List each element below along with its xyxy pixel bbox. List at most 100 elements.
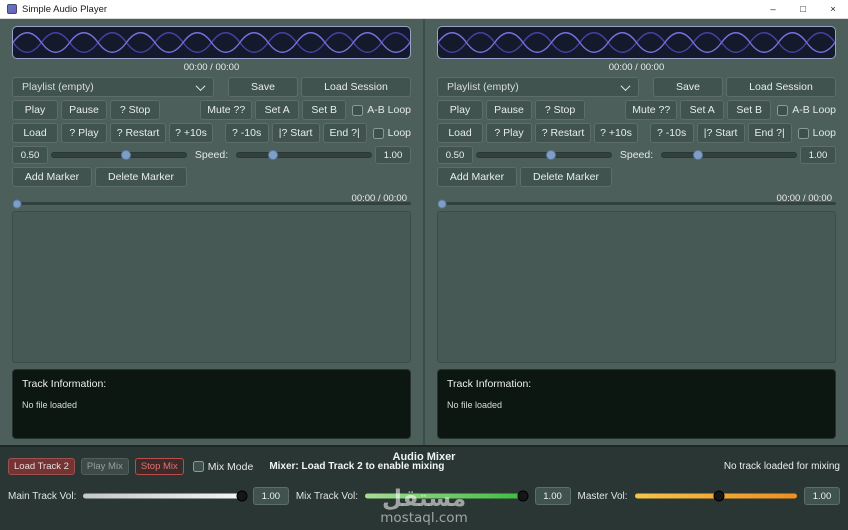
main-vol-slider[interactable] [83, 489, 248, 503]
seek-bar-handle[interactable] [437, 199, 447, 208]
speed-label: Speed: [619, 149, 654, 161]
set-b-button[interactable]: Set B [727, 100, 772, 120]
mute-button[interactable]: Mute ?? [200, 100, 253, 120]
playlist-dropdown-value: Playlist (empty) [447, 81, 519, 93]
seek-bar[interactable]: 00:00 / 00:00 [437, 192, 836, 208]
mix-vol-value[interactable]: 1.00 [534, 487, 571, 505]
speed-slider-handle[interactable] [692, 150, 703, 160]
restart-button[interactable]: ? Restart [110, 123, 166, 143]
waveform-time-label: 00:00 / 00:00 [183, 62, 240, 73]
add-marker-button[interactable]: Add Marker [437, 167, 517, 187]
save-button[interactable]: Save [653, 77, 723, 97]
seek-bar[interactable]: 00:00 / 00:00 [12, 192, 411, 208]
to-end-button[interactable]: End ?| [322, 123, 367, 143]
cue-play-button[interactable]: ? Play [61, 123, 107, 143]
restart-button[interactable]: ? Restart [535, 123, 591, 143]
main-vol-value[interactable]: 1.00 [252, 487, 289, 505]
play-button[interactable]: Play [12, 100, 58, 120]
speed-volume-row: 0.50 Speed: 1.00 [437, 146, 836, 164]
window-controls: – □ × [758, 0, 848, 18]
volume-slider-track [51, 152, 187, 158]
mix-vol-slider-handle[interactable] [517, 490, 529, 502]
watermark-domain-text: mostaql.com [380, 509, 468, 526]
waveform-display[interactable] [437, 26, 836, 59]
speed-value[interactable]: 1.00 [800, 146, 836, 164]
delete-marker-button[interactable]: Delete Marker [95, 167, 187, 187]
maximize-button[interactable]: □ [788, 0, 818, 18]
seek-time-label: 00:00 / 00:00 [776, 193, 832, 204]
mute-button[interactable]: Mute ?? [625, 100, 678, 120]
to-end-button[interactable]: End ?| [747, 123, 792, 143]
forward-10s-button[interactable]: ? +10s [594, 123, 638, 143]
speed-slider[interactable] [236, 148, 372, 162]
volume-slider-track [476, 152, 612, 158]
speed-slider[interactable] [661, 148, 797, 162]
minimize-button[interactable]: – [758, 0, 788, 18]
mix-vol-slider[interactable] [365, 489, 529, 503]
track-info-panel: Track Information: No file loaded [437, 369, 836, 439]
to-start-button[interactable]: |? Start [271, 123, 320, 143]
save-button[interactable]: Save [228, 77, 298, 97]
ab-loop-checkbox[interactable] [352, 104, 364, 116]
playlist-dropdown[interactable]: Playlist (empty) [12, 77, 214, 97]
load-button[interactable]: Load [437, 123, 483, 143]
playlist-dropdown[interactable]: Playlist (empty) [437, 77, 639, 97]
forward-10s-button[interactable]: ? +10s [169, 123, 213, 143]
volume-slider-handle[interactable] [120, 150, 131, 160]
ab-loop-checkbox-group: A-B Loop [777, 104, 836, 116]
ab-loop-checkbox[interactable] [777, 104, 789, 116]
cue-play-button[interactable]: ? Play [486, 123, 532, 143]
track-info-heading: Track Information: [447, 378, 532, 390]
seek-time-label: 00:00 / 00:00 [351, 193, 407, 204]
audio-mixer-section: Audio Mixer Load Track 2 Play Mix Stop M… [0, 445, 848, 530]
pause-button[interactable]: Pause [61, 100, 107, 120]
volume-slider-handle[interactable] [545, 150, 556, 160]
track-list-area[interactable] [437, 211, 836, 363]
volume-value[interactable]: 0.50 [12, 146, 48, 164]
volume-value[interactable]: 0.50 [437, 146, 473, 164]
marker-row: Add Marker Delete Marker [12, 167, 411, 187]
set-a-button[interactable]: Set A [680, 100, 725, 120]
add-marker-button[interactable]: Add Marker [12, 167, 92, 187]
set-b-button[interactable]: Set B [302, 100, 347, 120]
load-session-button[interactable]: Load Session [301, 77, 411, 97]
set-a-button[interactable]: Set A [255, 100, 300, 120]
speed-value[interactable]: 1.00 [375, 146, 411, 164]
master-vol-slider[interactable] [634, 489, 797, 503]
seek-bar-handle[interactable] [12, 199, 22, 208]
transport-row-1: Play Pause ? Stop Mute ?? Set A Set B A-… [12, 100, 411, 120]
loop-checkbox[interactable] [372, 127, 384, 139]
play-button[interactable]: Play [437, 100, 483, 120]
pause-button[interactable]: Pause [486, 100, 532, 120]
stop-button[interactable]: ? Stop [110, 100, 160, 120]
stop-button[interactable]: ? Stop [535, 100, 585, 120]
mix-vol-slider-track [365, 493, 528, 499]
load-session-button[interactable]: Load Session [726, 77, 836, 97]
delete-marker-button[interactable]: Delete Marker [520, 167, 612, 187]
main-vol-slider-track [83, 493, 246, 499]
master-vol-value[interactable]: 1.00 [804, 487, 840, 505]
speed-slider-track [236, 152, 372, 158]
to-start-button[interactable]: |? Start [696, 123, 745, 143]
window-title: Simple Audio Player [22, 3, 108, 15]
volume-slider[interactable] [51, 148, 187, 162]
waveform-display[interactable] [12, 26, 411, 59]
titlebar: Simple Audio Player – □ × [0, 0, 848, 19]
back-10s-button[interactable]: ? -10s [649, 123, 694, 143]
speed-slider-handle[interactable] [267, 150, 278, 160]
track-info-message: No file loaded [22, 400, 78, 410]
players-container: 00:00 / 00:00 Playlist (empty) Save Load… [0, 19, 848, 445]
main-vol-slider-handle[interactable] [236, 490, 248, 502]
close-button[interactable]: × [818, 0, 848, 18]
loop-checkbox[interactable] [797, 127, 809, 139]
playlist-dropdown-value: Playlist (empty) [22, 81, 94, 93]
master-vol-label: Master Vol: [577, 490, 628, 502]
track-list-area[interactable] [12, 211, 411, 363]
volume-slider[interactable] [476, 148, 612, 162]
load-button[interactable]: Load [12, 123, 58, 143]
back-10s-button[interactable]: ? -10s [224, 123, 269, 143]
waveform-time-label: 00:00 / 00:00 [608, 62, 665, 73]
master-vol-slider-handle[interactable] [713, 490, 725, 502]
track-info-message: No file loaded [447, 400, 503, 410]
loop-label: Loop [812, 127, 836, 139]
